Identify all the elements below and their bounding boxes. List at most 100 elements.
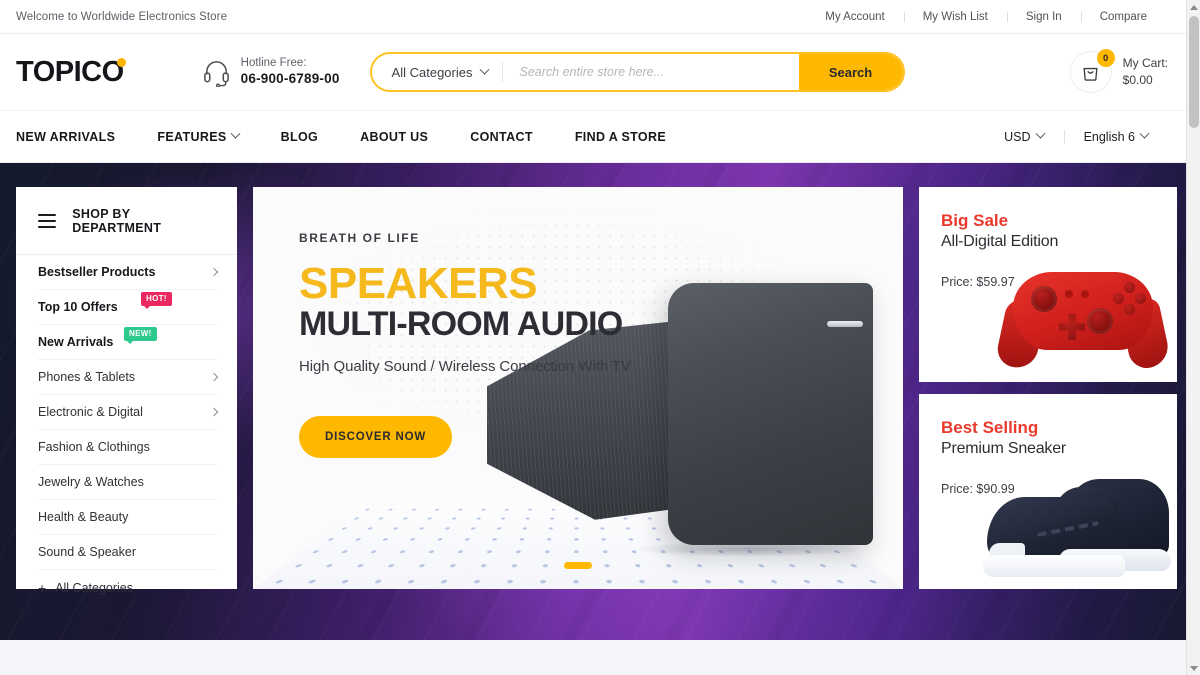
chevron-right-icon	[209, 372, 219, 382]
sidebar-item-label: Bestseller Products	[38, 265, 156, 279]
scrollbar-thumb[interactable]	[1189, 16, 1199, 128]
nav-item-contact[interactable]: CONTACT	[449, 130, 554, 144]
cart-total: $0.00	[1122, 73, 1153, 87]
category-select-label: All Categories	[391, 64, 473, 80]
nav-item-features[interactable]: FEATURES	[136, 128, 259, 144]
nav-item-new-arrivals[interactable]: NEW ARRIVALS	[16, 130, 136, 144]
category-select[interactable]: All Categories	[372, 54, 503, 90]
sidebar-item-label: Electronic & Digital	[38, 405, 143, 419]
sidebar-item-jewelry-watches[interactable]: Jewelry & Watches	[38, 465, 217, 500]
page-root: Welcome to Worldwide Electronics Store M…	[0, 0, 1200, 675]
sidebar-header[interactable]: SHOP BY DEPARTMENT	[16, 187, 237, 255]
shopping-bag-icon	[1083, 67, 1098, 81]
hero-title-main: MULTI-ROOM AUDIO	[299, 304, 623, 343]
hero-slide: BREATH OF LIFE SPEAKERS MULTI-ROOM AUDIO…	[253, 187, 903, 589]
nav-item-label: FIND A STORE	[574, 129, 667, 144]
speaker-led-indicator	[827, 321, 863, 327]
sidebar-item-electronic-digital[interactable]: Electronic & Digital	[38, 395, 219, 430]
sneaker-icon	[979, 463, 1175, 583]
hero-eyebrow: BREATH OF LIFE	[299, 231, 420, 245]
badge-hot: HOT!	[141, 292, 172, 308]
sidebar-item-label: Sound & Speaker	[38, 545, 136, 559]
promo-subtitle: Premium Sneaker	[941, 440, 1067, 457]
sidebar-item-fashion-clothings[interactable]: Fashion & Clothings	[38, 430, 217, 465]
link-my-wish-list[interactable]: My Wish List	[904, 11, 1007, 23]
link-sign-in[interactable]: Sign In	[1007, 11, 1081, 23]
hero-subtitle: High Quality Sound / Wireless Connection…	[299, 358, 631, 376]
discover-now-button[interactable]: DISCOVER NOW	[299, 416, 452, 458]
chevron-right-icon	[209, 267, 219, 277]
page-bottom-strip	[0, 640, 1200, 675]
sidebar-item-label: Phones & Tablets	[38, 370, 136, 384]
plus-icon: +	[38, 579, 47, 596]
promo-cards: Big Sale All-Digital Edition Price: $59.…	[919, 187, 1177, 589]
sidebar-item-label: Health & Beauty	[38, 510, 129, 524]
welcome-message: Welcome to Worldwide Electronics Store	[16, 10, 228, 23]
headset-icon	[203, 60, 229, 87]
hamburger-icon	[38, 214, 57, 228]
chevron-right-icon	[209, 407, 219, 417]
hotline-label: Hotline Free:	[240, 57, 307, 70]
main-navigation: NEW ARRIVALS FEATURES BLOG ABOUT US CONT…	[0, 110, 1200, 163]
logo-dot-icon	[116, 57, 126, 67]
sidebar-item-health-beauty[interactable]: Health & Beauty	[38, 500, 217, 535]
hero-band: SHOP BY DEPARTMENT Bestseller Products T…	[0, 163, 1200, 640]
chevron-down-icon	[1139, 128, 1150, 139]
promo-card-best-selling[interactable]: Best Selling Premium Sneaker Price: $90.…	[919, 394, 1177, 589]
browser-scrollbar[interactable]	[1186, 0, 1200, 675]
promo-title: Big Sale	[941, 211, 1009, 230]
currency-selector[interactable]: USD	[984, 128, 1063, 144]
nav-item-label: NEW ARRIVALS	[16, 129, 116, 144]
link-compare[interactable]: Compare	[1081, 11, 1166, 23]
language-label: English 6	[1083, 129, 1135, 144]
sidebar-list: Bestseller Products Top 10 Offers HOT! N…	[16, 255, 237, 605]
cart-button[interactable]: 0	[1069, 49, 1115, 93]
chevron-down-icon	[480, 64, 490, 75]
nav-item-label: FEATURES	[157, 129, 227, 144]
nav-item-about-us[interactable]: ABOUT US	[339, 130, 449, 144]
carousel-indicator[interactable]	[564, 562, 592, 569]
cart-label: My Cart:	[1122, 56, 1168, 71]
sidebar-item-label: All Categories	[55, 580, 134, 595]
promo-card-big-sale[interactable]: Big Sale All-Digital Edition Price: $59.…	[919, 187, 1177, 382]
sidebar-item-label: Fashion & Clothings	[38, 440, 150, 454]
nav-item-blog[interactable]: BLOG	[260, 130, 340, 144]
department-sidebar: SHOP BY DEPARTMENT Bestseller Products T…	[16, 187, 237, 595]
top-utility-bar: Welcome to Worldwide Electronics Store M…	[0, 0, 1200, 34]
language-selector[interactable]: English 6	[1064, 128, 1168, 144]
sidebar-title: SHOP BY DEPARTMENT	[72, 207, 162, 235]
logo-text: TOPICO	[16, 55, 124, 88]
scroll-down-arrow-icon[interactable]	[1187, 661, 1200, 675]
chevron-down-icon	[230, 128, 241, 139]
nav-item-label: CONTACT	[470, 129, 533, 144]
sidebar-item-label: New Arrivals	[38, 335, 114, 349]
site-header: TOPICO Hotline Free: 06-900-6789-00 All …	[0, 34, 1200, 110]
nav-right-selectors: USD English 6	[984, 128, 1184, 144]
nav-item-label: BLOG	[280, 129, 319, 144]
search-button[interactable]: Search	[798, 54, 903, 90]
sidebar-item-new-arrivals[interactable]: New Arrivals NEW!	[38, 325, 217, 360]
nav-item-find-a-store[interactable]: FIND A STORE	[554, 130, 687, 144]
badge-new: NEW!	[124, 327, 157, 343]
hero-text-block: BREATH OF LIFE SPEAKERS MULTI-ROOM AUDIO…	[299, 231, 631, 375]
sidebar-item-phones-tablets[interactable]: Phones & Tablets	[38, 360, 219, 395]
search-input[interactable]	[503, 54, 799, 90]
cart-block[interactable]: 0 My Cart: $0.00	[1069, 49, 1184, 93]
sidebar-item-bestseller-products[interactable]: Bestseller Products	[38, 255, 219, 290]
hotline-number: 06-900-6789-00	[240, 70, 340, 86]
sidebar-item-top-10-offers[interactable]: Top 10 Offers HOT!	[38, 290, 217, 325]
link-my-account[interactable]: My Account	[806, 11, 903, 23]
scroll-up-arrow-icon[interactable]	[1187, 0, 1200, 14]
sidebar-item-all-categories[interactable]: + All Categories	[38, 570, 217, 605]
sidebar-item-label: Top 10 Offers	[38, 300, 118, 314]
sidebar-item-label: Jewelry & Watches	[38, 475, 144, 489]
promo-title: Best Selling	[941, 418, 1039, 437]
chevron-down-icon	[1035, 128, 1046, 139]
sidebar-item-sound-speaker[interactable]: Sound & Speaker	[38, 535, 217, 570]
hero-title-highlight: SPEAKERS	[299, 259, 538, 308]
site-logo[interactable]: TOPICO	[16, 55, 126, 89]
cart-count-badge: 0	[1096, 49, 1115, 67]
speaker-shadow	[635, 541, 865, 557]
hero-content: SHOP BY DEPARTMENT Bestseller Products T…	[0, 163, 1200, 595]
currency-label: USD	[1004, 129, 1031, 144]
